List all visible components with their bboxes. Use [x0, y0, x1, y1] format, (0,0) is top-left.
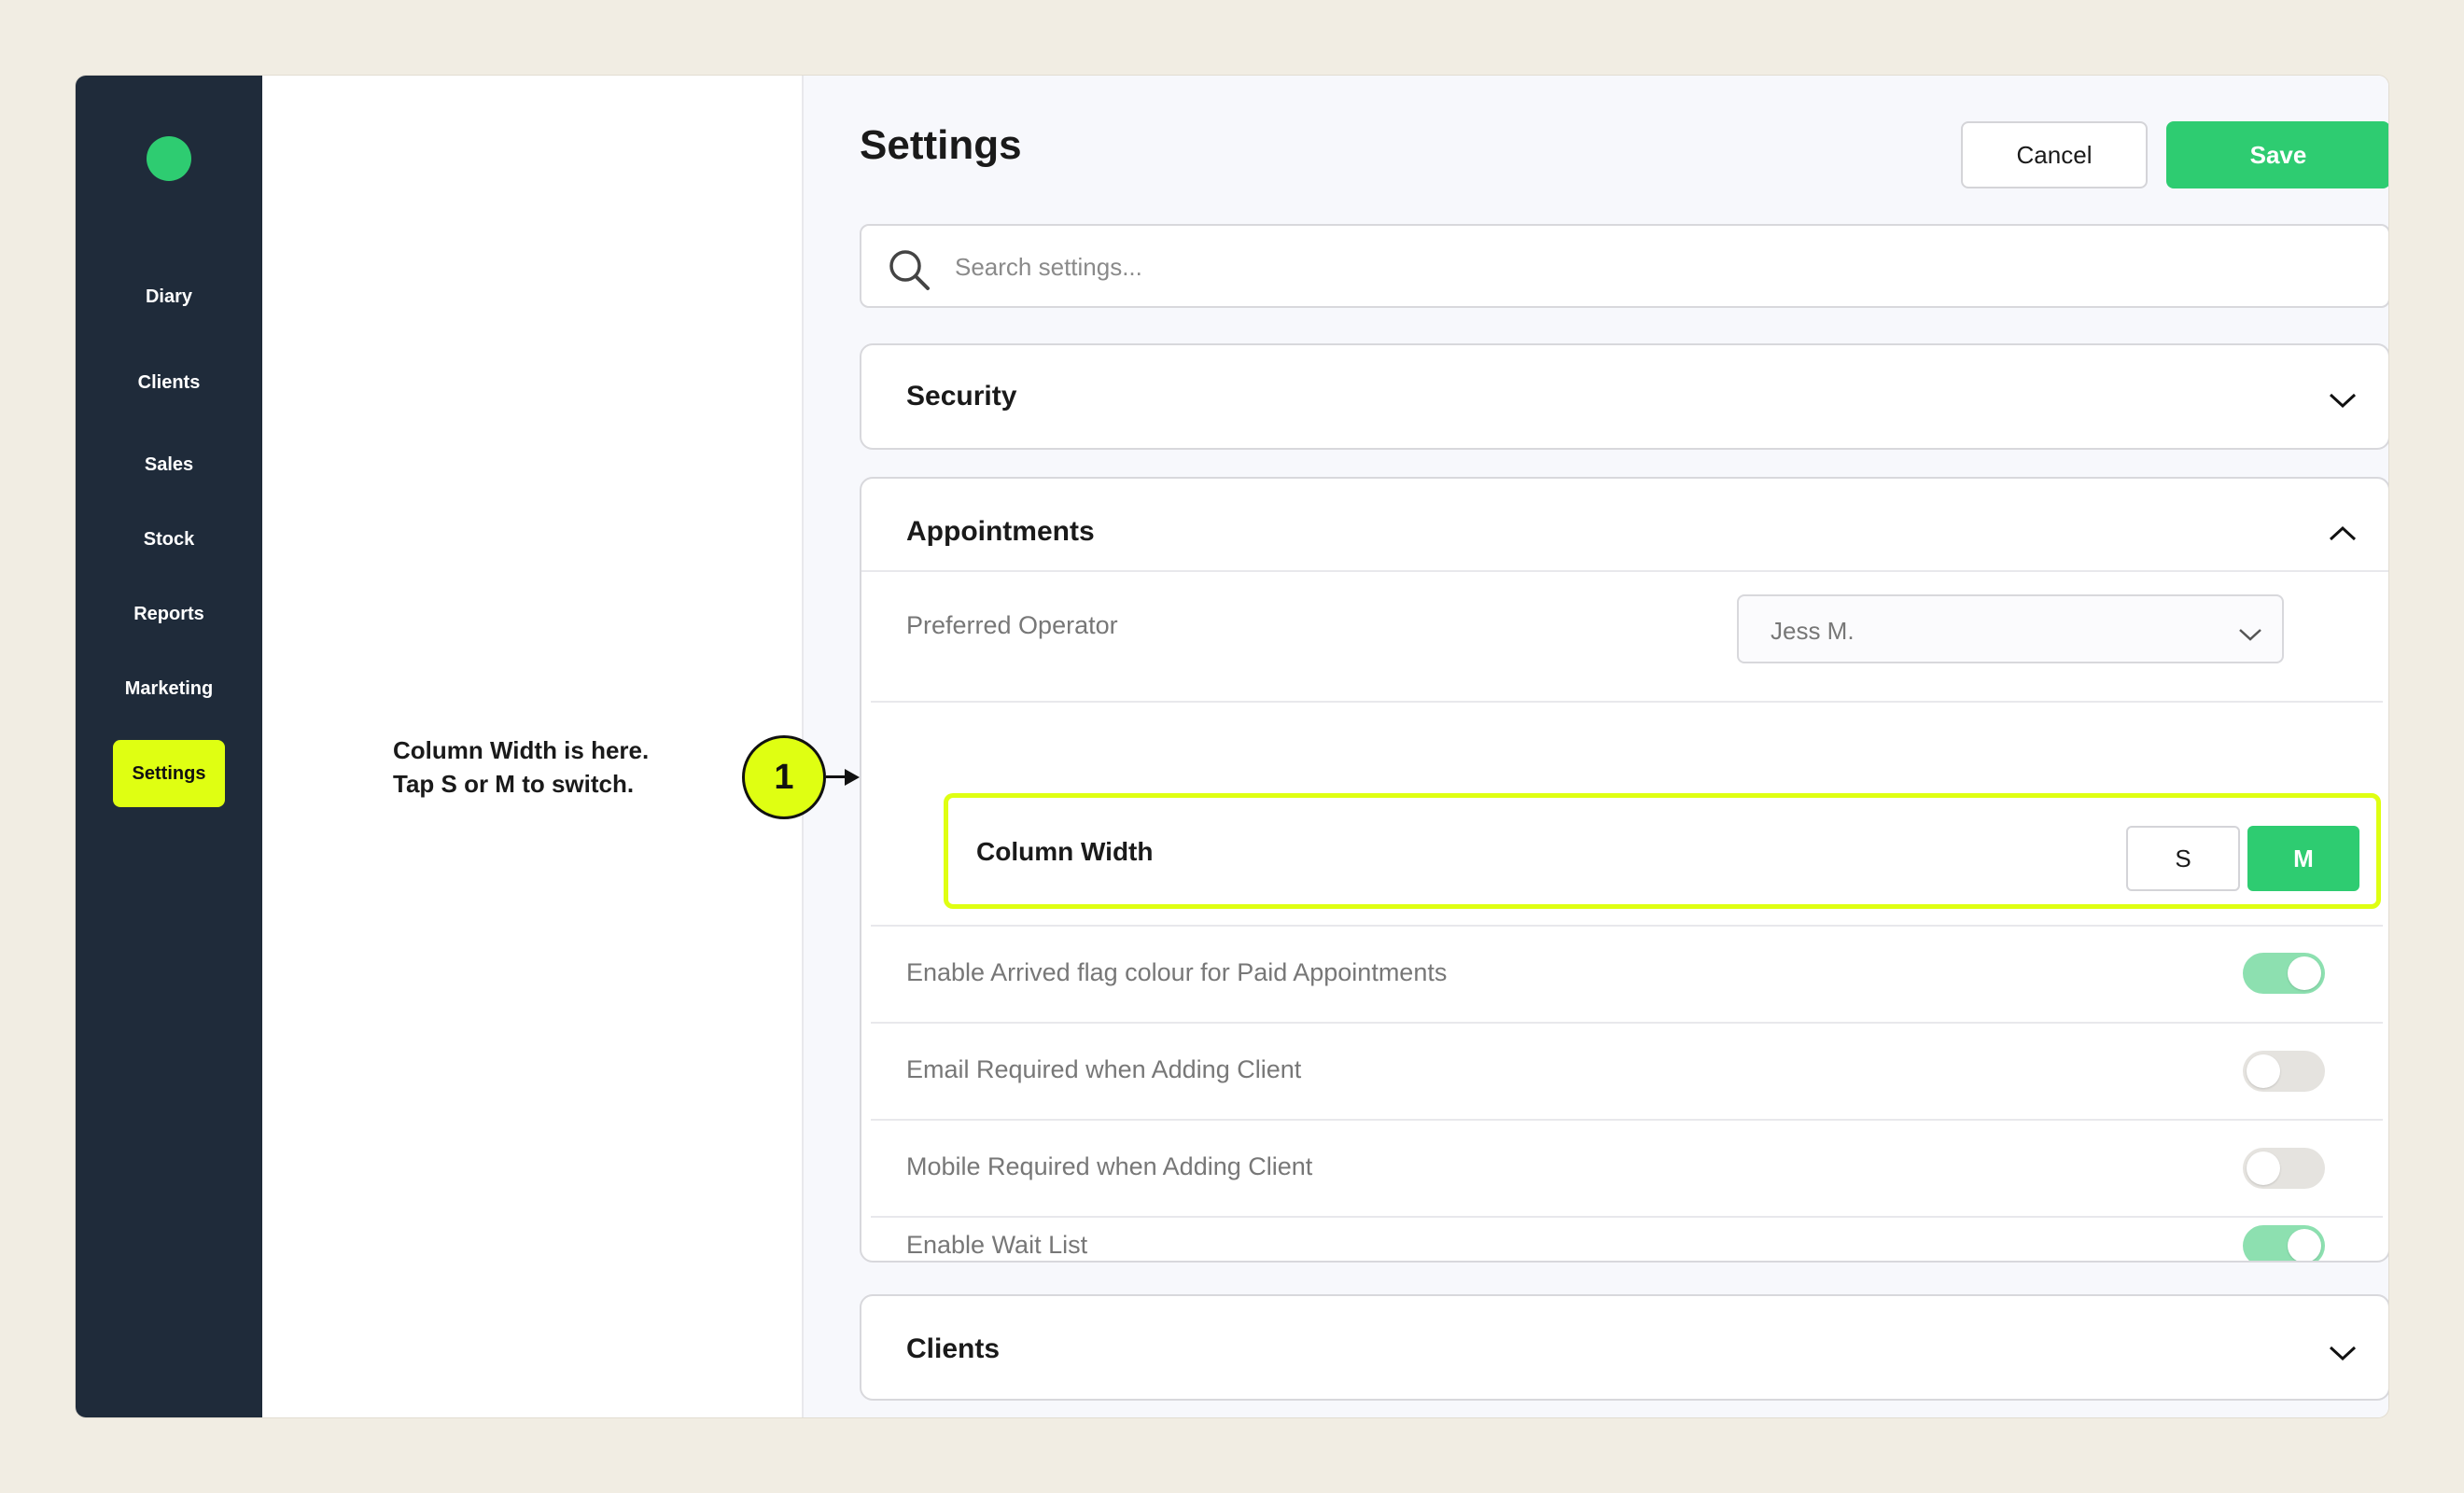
sidebar-item-marketing[interactable]: Marketing [76, 678, 262, 700]
preferred-operator-select[interactable]: Jess M. [1737, 594, 2284, 663]
wait-list-toggle[interactable] [2243, 1225, 2325, 1261]
divider [871, 1119, 2383, 1121]
section-title: Security [906, 381, 1017, 412]
select-value: Jess M. [1771, 617, 1855, 645]
sidebar-item-sales[interactable]: Sales [76, 454, 262, 476]
toggle-label: Enable Wait List [906, 1231, 1088, 1259]
logo-icon [147, 136, 191, 181]
arrow-right-icon [845, 769, 860, 786]
email-required-toggle[interactable] [2243, 1051, 2325, 1092]
chevron-down-icon[interactable] [2327, 390, 2359, 411]
toggle-knob [2247, 1054, 2280, 1088]
chevron-up-icon[interactable] [2327, 523, 2359, 544]
sidebar-item-reports[interactable]: Reports [76, 604, 262, 625]
toggle-label: Enable Arrived flag colour for Paid Appo… [906, 958, 1448, 986]
chevron-down-icon [2239, 629, 2261, 641]
search-icon [889, 250, 930, 290]
sidebar-item-clients[interactable]: Clients [76, 372, 262, 394]
step-callout-badge: 1 [742, 735, 826, 819]
security-section[interactable]: Security [860, 343, 2388, 450]
save-button[interactable]: Save [2166, 121, 2388, 188]
divider [871, 701, 2383, 703]
column-width-s-button[interactable]: S [2126, 826, 2240, 891]
divider [871, 925, 2383, 927]
cancel-button[interactable]: Cancel [1961, 121, 2148, 188]
sidebar-item-stock[interactable]: Stock [76, 529, 262, 551]
settings-main: Settings Cancel Save Security Appointmen… [804, 76, 2388, 1417]
chevron-down-icon[interactable] [2327, 1343, 2359, 1363]
toggle-label: Email Required when Adding Client [906, 1055, 1302, 1083]
helper-instruction: Column Width is here. Tap S or M to swit… [393, 736, 650, 798]
toggle-knob [2247, 1151, 2280, 1185]
toggle-knob [2288, 956, 2321, 990]
helper-panel: Column Width is here. Tap S or M to swit… [262, 76, 804, 1417]
search-bar [860, 224, 2388, 308]
divider [871, 1022, 2383, 1024]
toggle-knob [2288, 1229, 2321, 1261]
mobile-required-toggle[interactable] [2243, 1148, 2325, 1189]
column-width-row: Column Width S M [944, 793, 2381, 909]
app-window: Diary Clients Sales Stock Reports Market… [75, 75, 2389, 1418]
callout-arrow [826, 775, 847, 778]
sidebar: Diary Clients Sales Stock Reports Market… [76, 76, 262, 1417]
divider [861, 570, 2388, 572]
preferred-operator-label: Preferred Operator [906, 611, 1118, 639]
column-width-m-button[interactable]: M [2247, 826, 2359, 891]
section-title: Appointments [906, 516, 1095, 547]
toggle-label: Mobile Required when Adding Client [906, 1152, 1313, 1180]
arrived-flag-toggle[interactable] [2243, 953, 2325, 994]
divider [871, 1216, 2383, 1218]
column-width-label: Column Width [976, 837, 1154, 866]
page-title: Settings [860, 122, 1022, 168]
search-input[interactable] [955, 244, 2355, 289]
sidebar-item-settings[interactable]: Settings [113, 740, 225, 807]
sidebar-item-diary[interactable]: Diary [76, 286, 262, 308]
section-title: Clients [906, 1333, 1001, 1364]
clients-section[interactable]: Clients [860, 1294, 2388, 1401]
